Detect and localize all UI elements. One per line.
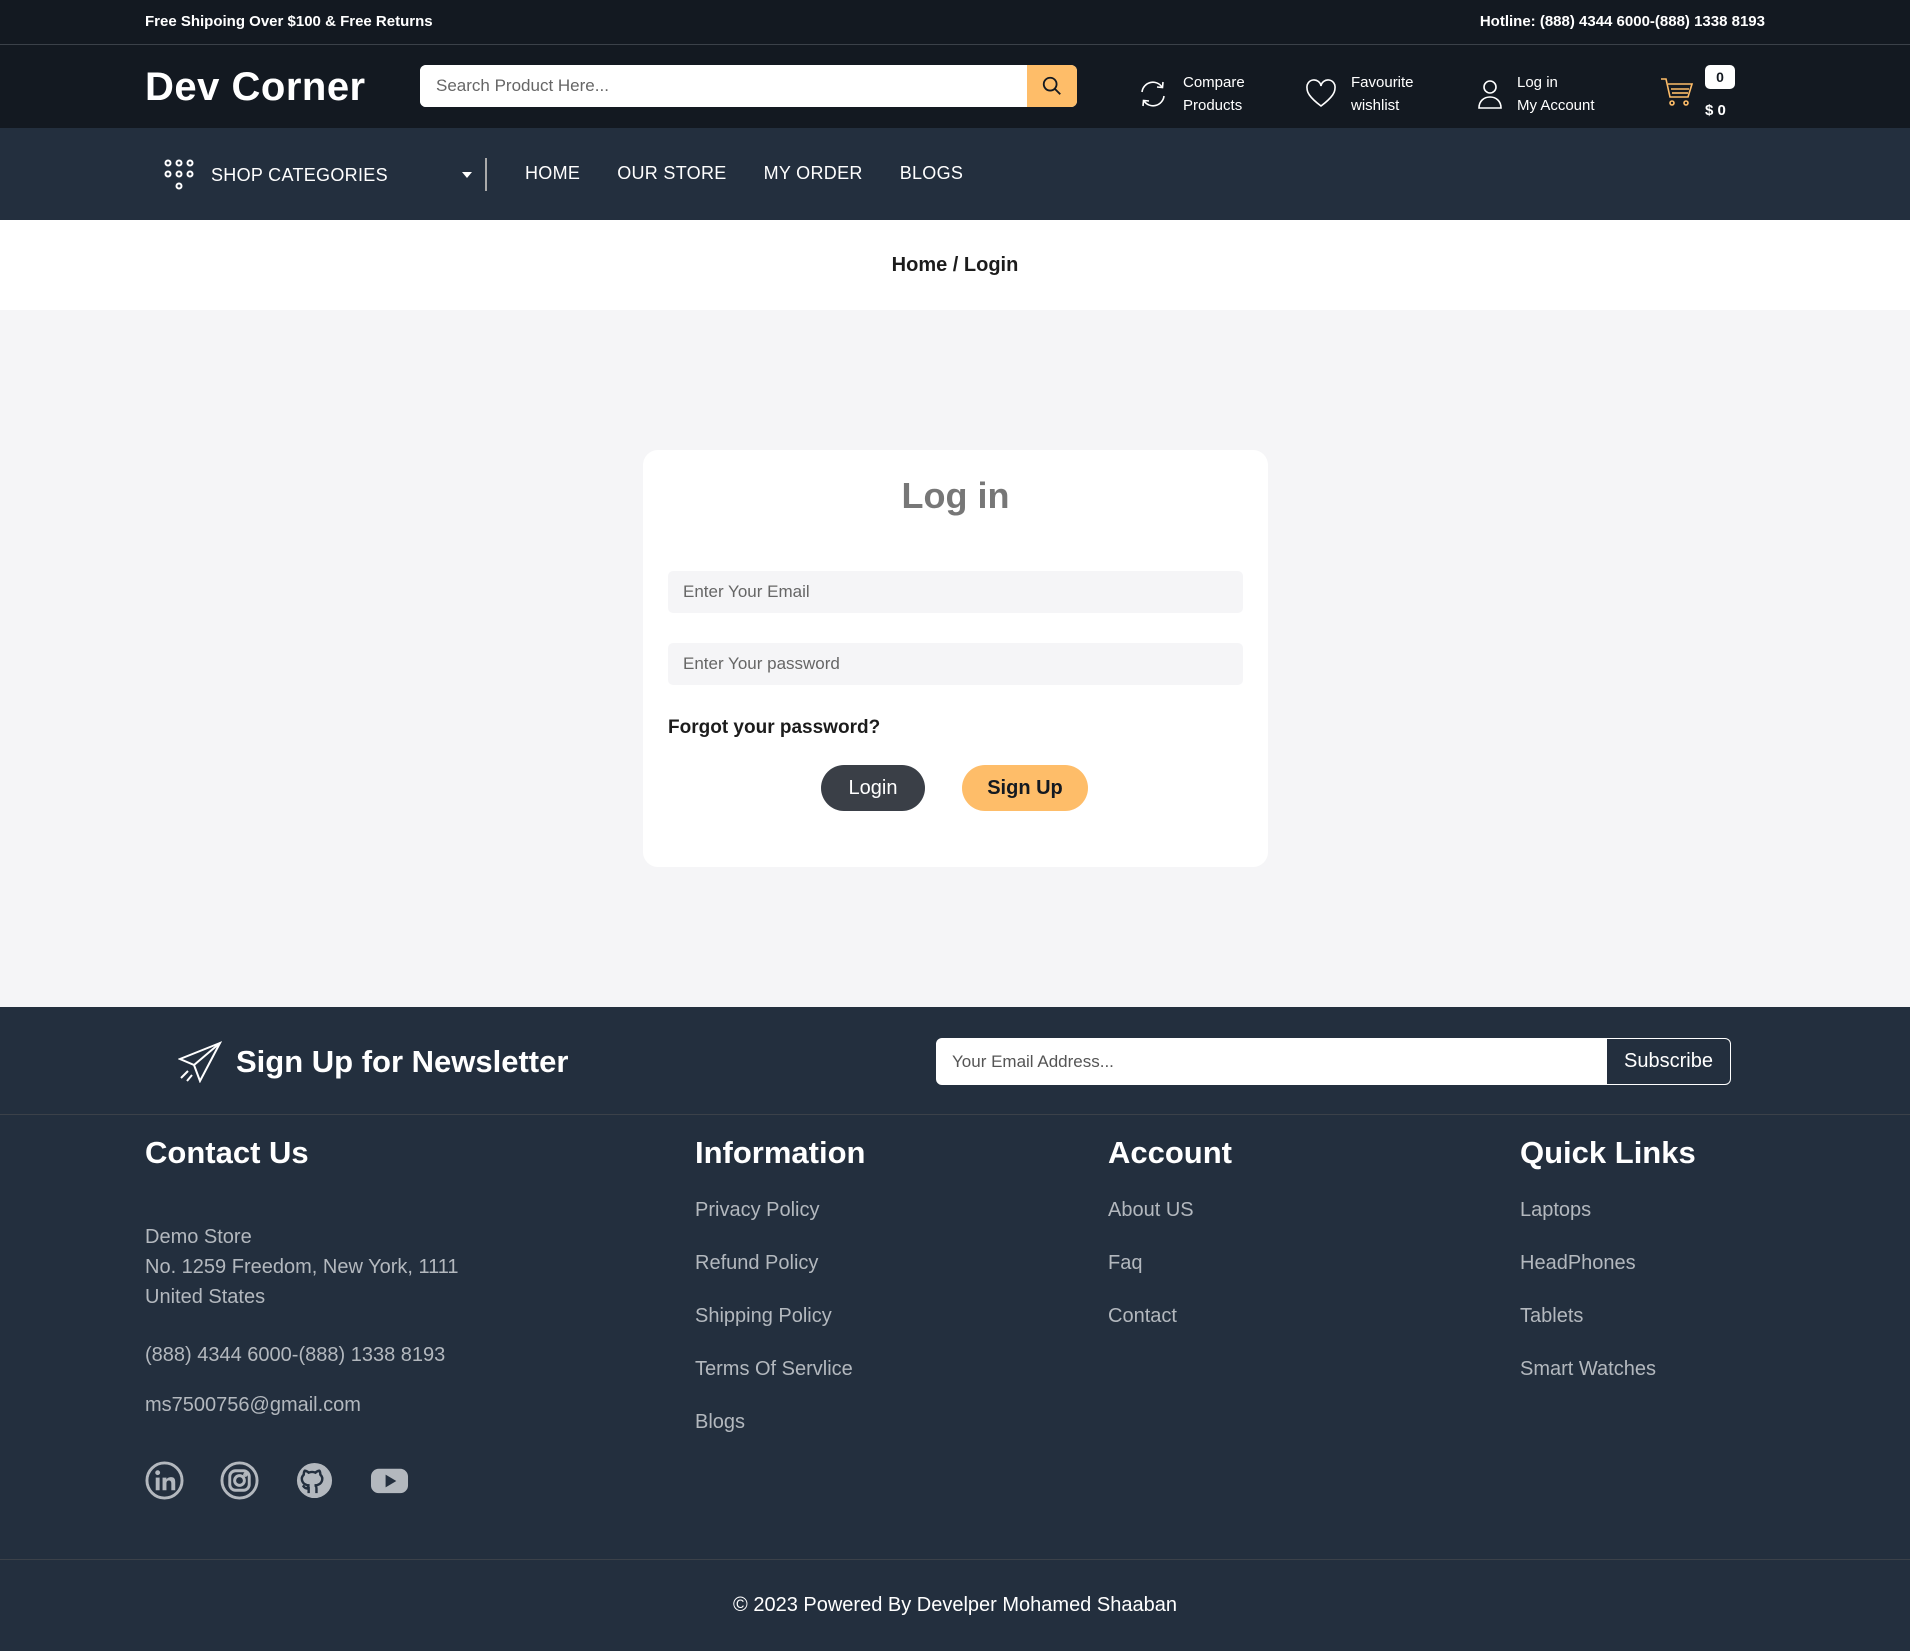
user-icon xyxy=(1478,80,1502,109)
wishlist-label-2: wishlist xyxy=(1351,97,1400,114)
contact-email[interactable]: ms7500756@gmail.com xyxy=(145,1394,361,1417)
compare-products-link[interactable]: Compare Products xyxy=(1137,71,1245,117)
login-button[interactable]: Login xyxy=(821,765,925,811)
account-heading: Account xyxy=(1108,1135,1232,1170)
login-card: Log in Forgot your password? Login Sign … xyxy=(643,450,1268,867)
newsletter-section: Sign Up for Newsletter Subscribe xyxy=(0,1007,1910,1115)
footer-link[interactable]: Contact xyxy=(1108,1305,1458,1328)
footer-link[interactable]: HeadPhones xyxy=(1520,1252,1820,1275)
wishlist-label-1: Favourite xyxy=(1351,74,1414,91)
newsletter-form: Subscribe xyxy=(936,1038,1731,1085)
github-icon[interactable] xyxy=(295,1461,334,1500)
search-input[interactable] xyxy=(420,65,1027,107)
address-line: No. 1259 Freedom, New York, 1111 xyxy=(145,1256,459,1278)
search-bar xyxy=(420,65,1077,107)
footer-link[interactable]: Refund Policy xyxy=(695,1252,1045,1275)
shop-categories-label: SHOP CATEGORIES xyxy=(211,164,388,185)
shop-categories-dropdown[interactable]: SHOP CATEGORIES xyxy=(163,158,473,192)
site-logo[interactable]: Dev Corner xyxy=(145,65,366,110)
cart-total: $ 0 xyxy=(1705,102,1726,119)
footer-link[interactable]: Privacy Policy xyxy=(695,1199,1045,1222)
information-heading: Information xyxy=(695,1135,866,1170)
signup-button[interactable]: Sign Up xyxy=(962,765,1088,811)
nav-blogs[interactable]: BLOGS xyxy=(900,163,964,184)
nav-our-store[interactable]: OUR STORE xyxy=(617,163,726,184)
breadcrumb-text[interactable]: Home / Login xyxy=(892,254,1019,277)
footer-link[interactable]: Tablets xyxy=(1520,1305,1820,1328)
cart-count-badge: 0 xyxy=(1705,65,1735,89)
search-button[interactable] xyxy=(1027,65,1077,107)
search-icon xyxy=(1042,76,1061,95)
breadcrumb: Home / Login xyxy=(0,220,1910,310)
copyright-bar: © 2023 Powered By Develper Mohamed Shaab… xyxy=(0,1560,1910,1651)
footer-link[interactable]: Smart Watches xyxy=(1520,1358,1820,1381)
subscribe-button[interactable]: Subscribe xyxy=(1607,1039,1730,1084)
address-line: Demo Store xyxy=(145,1226,252,1248)
nav-divider xyxy=(485,158,487,191)
menu-dots-icon xyxy=(164,159,194,190)
footer-link[interactable]: Laptops xyxy=(1520,1199,1820,1222)
my-account-label: My Account xyxy=(1517,97,1595,114)
email-field[interactable] xyxy=(668,571,1243,613)
footer-information-column: Information Privacy Policy Refund Policy… xyxy=(695,1135,1045,1464)
hotline: Hotline: (888) 4344 6000-(888) 1338 8193 xyxy=(1479,13,1765,30)
main-header: Dev Corner Compare Products Favourite wish… xyxy=(0,45,1910,128)
instagram-icon[interactable] xyxy=(220,1461,259,1500)
shipping-notice: Free Shipoing Over $100 & Free Returns xyxy=(145,13,433,30)
footer: Contact Us Demo Store No. 1259 Freedom, … xyxy=(0,1115,1910,1560)
nav-my-order[interactable]: MY ORDER xyxy=(764,163,863,184)
address-line: United States xyxy=(145,1286,266,1308)
social-links xyxy=(145,1461,409,1500)
contact-phone[interactable]: (888) 4344 6000-(888) 1338 8193 xyxy=(145,1344,445,1367)
nav-home[interactable]: HOME xyxy=(525,163,580,184)
contact-heading: Contact Us xyxy=(145,1135,309,1170)
login-label: Log in xyxy=(1517,74,1558,91)
nav-menu: HOME OUR STORE MY ORDER BLOGS xyxy=(525,163,963,184)
footer-link[interactable]: Blogs xyxy=(695,1411,1045,1434)
wishlist-link[interactable]: Favourite wishlist xyxy=(1305,71,1414,117)
compare-icon xyxy=(1141,81,1165,107)
forgot-password-link[interactable]: Forgot your password? xyxy=(668,717,880,739)
newsletter-heading: Sign Up for Newsletter xyxy=(178,1041,568,1083)
copyright-text: © 2023 Powered By Develper Mohamed Shaab… xyxy=(733,1594,1177,1616)
footer-quick-links-column: Quick Links Laptops HeadPhones Tablets S… xyxy=(1520,1135,1820,1411)
heart-icon xyxy=(1306,79,1336,108)
top-bar: Free Shipoing Over $100 & Free Returns H… xyxy=(0,0,1910,45)
footer-contact-column: Contact Us Demo Store No. 1259 Freedom, … xyxy=(145,1135,595,1535)
newsletter-email-input[interactable] xyxy=(937,1039,1607,1084)
linkedin-icon[interactable] xyxy=(145,1461,184,1500)
password-field[interactable] xyxy=(668,643,1243,685)
main-nav: SHOP CATEGORIES HOME OUR STORE MY ORDER … xyxy=(0,128,1910,220)
compare-label-2: Products xyxy=(1183,97,1243,114)
login-title: Log in xyxy=(901,475,1010,516)
quick-links-heading: Quick Links xyxy=(1520,1135,1696,1170)
footer-link[interactable]: Terms Of Servlice xyxy=(695,1358,1045,1381)
footer-link[interactable]: Shipping Policy xyxy=(695,1305,1045,1328)
compare-label-1: Compare xyxy=(1183,74,1245,91)
footer-link[interactable]: Faq xyxy=(1108,1252,1458,1275)
youtube-icon[interactable] xyxy=(370,1461,409,1500)
footer-account-column: Account About US Faq Contact xyxy=(1108,1135,1458,1358)
account-link[interactable]: Log in My Account xyxy=(1477,71,1595,117)
cart-icon xyxy=(1661,78,1694,106)
paper-plane-icon xyxy=(178,1041,222,1083)
newsletter-title: Sign Up for Newsletter xyxy=(236,1044,569,1079)
contact-address: Demo Store No. 1259 Freedom, New York, 1… xyxy=(145,1222,459,1312)
caret-down-icon xyxy=(462,172,472,178)
footer-link[interactable]: About US xyxy=(1108,1199,1458,1222)
